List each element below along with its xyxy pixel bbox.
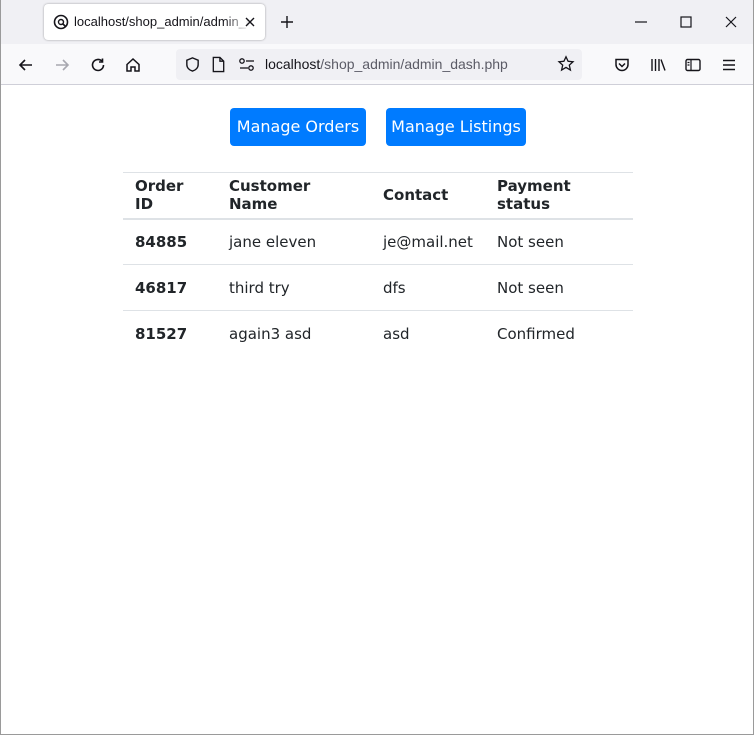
navigation-toolbar: localhost/shop_admin/admin_dash.php bbox=[1, 44, 753, 85]
customer-name-cell: jane eleven bbox=[217, 218, 371, 265]
manage-orders-button[interactable]: Manage Orders bbox=[230, 108, 366, 146]
column-header-payment-status: Payment status bbox=[485, 172, 633, 220]
order-id-cell: 46817 bbox=[123, 264, 217, 311]
home-icon[interactable] bbox=[124, 56, 142, 74]
contact-cell: dfs bbox=[371, 264, 485, 311]
column-header-customer-name: Customer Name bbox=[217, 172, 371, 220]
permissions-icon[interactable] bbox=[238, 57, 256, 72]
customer-name-cell: third try bbox=[217, 264, 371, 311]
tab-title: localhost/shop_admin/admin_dash.php bbox=[74, 14, 250, 29]
globe-icon bbox=[53, 14, 69, 30]
orders-table: Order ID Customer Name Contact Payment s… bbox=[123, 172, 633, 357]
payment-status-cell: Not seen bbox=[485, 218, 633, 265]
forward-icon[interactable] bbox=[53, 56, 71, 74]
column-header-order-id: Order ID bbox=[123, 172, 217, 220]
reload-icon[interactable] bbox=[89, 56, 107, 74]
minimize-icon[interactable] bbox=[633, 14, 649, 30]
table-header-row: Order ID Customer Name Contact Payment s… bbox=[123, 172, 633, 220]
maximize-icon[interactable] bbox=[678, 14, 694, 30]
url-text[interactable]: localhost/shop_admin/admin_dash.php bbox=[265, 56, 508, 73]
page-content: Manage Orders Manage Listings Order ID C… bbox=[1, 85, 753, 734]
browser-window: localhost/shop_admin/admin_dash.php bbox=[0, 0, 754, 735]
close-icon[interactable] bbox=[723, 14, 739, 30]
manage-listings-button[interactable]: Manage Listings bbox=[386, 108, 526, 146]
star-icon[interactable] bbox=[557, 55, 575, 73]
url-host: localhost bbox=[265, 56, 321, 72]
table-row: 46817 third try dfs Not seen bbox=[123, 264, 633, 311]
pocket-icon[interactable] bbox=[613, 56, 631, 74]
url-bar[interactable]: localhost/shop_admin/admin_dash.php bbox=[176, 49, 582, 80]
order-id-cell: 84885 bbox=[123, 218, 217, 265]
menu-icon[interactable] bbox=[720, 56, 738, 74]
payment-status-cell: Not seen bbox=[485, 264, 633, 311]
sidebar-icon[interactable] bbox=[684, 56, 702, 74]
contact-cell: je@mail.net bbox=[371, 218, 485, 265]
browser-tab[interactable]: localhost/shop_admin/admin_dash.php bbox=[44, 4, 265, 40]
tab-strip: localhost/shop_admin/admin_dash.php bbox=[1, 0, 753, 44]
customer-name-cell: again3 asd bbox=[217, 310, 371, 357]
table-row: 84885 jane eleven je@mail.net Not seen bbox=[123, 218, 633, 265]
url-path: /shop_admin/admin_dash.php bbox=[320, 56, 508, 72]
order-id-cell: 81527 bbox=[123, 310, 217, 357]
back-icon[interactable] bbox=[17, 56, 35, 74]
page-icon[interactable] bbox=[211, 56, 226, 73]
payment-status-cell: Confirmed bbox=[485, 310, 633, 357]
shield-icon[interactable] bbox=[184, 56, 201, 73]
contact-cell: asd bbox=[371, 310, 485, 357]
column-header-contact: Contact bbox=[371, 172, 485, 220]
plus-icon[interactable] bbox=[279, 14, 295, 30]
table-row: 81527 again3 asd asd Confirmed bbox=[123, 310, 633, 357]
close-icon[interactable] bbox=[244, 16, 256, 28]
library-icon[interactable] bbox=[649, 56, 667, 74]
